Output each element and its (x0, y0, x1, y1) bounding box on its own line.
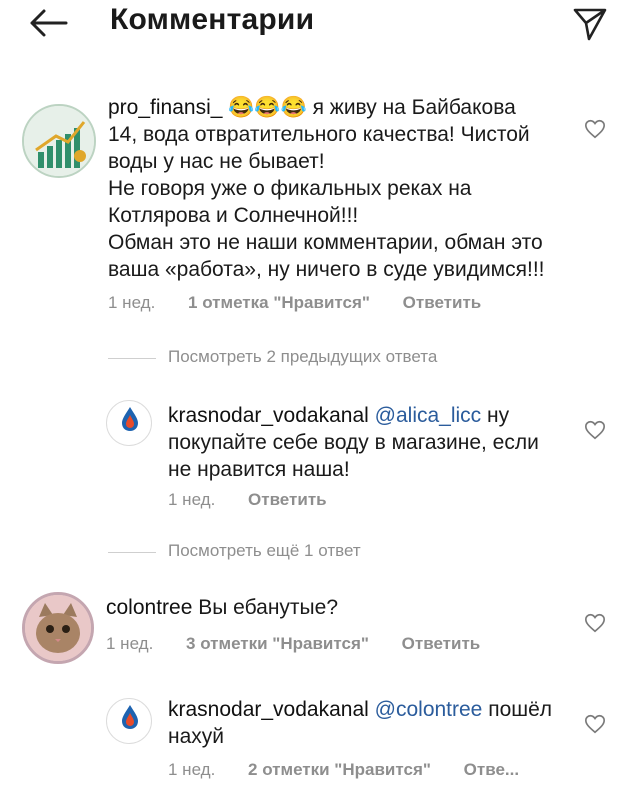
likes-count[interactable]: 1 отметка "Нравится" (188, 293, 370, 312)
comment-meta: 1 нед. 2 отметки "Нравится" Отве... (168, 760, 519, 780)
header: Комментарии (0, 0, 640, 50)
heart-icon[interactable] (584, 118, 606, 140)
comment-meta: 1 нед. 3 отметки "Нравится" Ответить (106, 634, 480, 654)
likes-count[interactable]: 2 отметки "Нравится" (248, 760, 431, 779)
comment-text: 14, вода отвратительного качества! Чисто… (108, 123, 530, 146)
comment-meta: 1 нед. 1 отметка "Нравится" Ответить (108, 293, 481, 313)
likes-count[interactable]: 3 отметки "Нравится" (186, 634, 369, 653)
comment-text: я живу на Байбакова (312, 96, 516, 119)
comment-text: нахуй (168, 725, 225, 748)
timestamp: 1 нед. (168, 490, 216, 509)
comment-text: пошёл (488, 698, 553, 721)
avatar[interactable] (106, 698, 152, 744)
page-title: Комментарии (110, 3, 315, 36)
timestamp: 1 нед. (108, 293, 156, 312)
comment-text: не нравится наша! (168, 458, 350, 481)
avatar[interactable] (106, 400, 152, 446)
mention-link[interactable]: @colontree (375, 698, 483, 721)
divider (108, 358, 156, 359)
comment-text: Котлярова и Солнечной!!! (108, 204, 359, 227)
username[interactable]: krasnodar_vodakanal (168, 404, 369, 427)
avatar[interactable] (22, 592, 94, 664)
reply-button[interactable]: Ответить (402, 634, 481, 653)
water-drop-logo-icon (122, 705, 138, 729)
username[interactable]: colontree (106, 596, 192, 619)
comment-text: Вы ебанутые? (198, 596, 339, 619)
avatar[interactable] (22, 104, 96, 178)
timestamp: 1 нед. (106, 634, 154, 653)
view-more-replies[interactable]: Посмотреть ещё 1 ответ (108, 541, 361, 561)
comment-text: Не говоря уже о фикальных реках на (108, 177, 472, 200)
heart-icon[interactable] (584, 612, 606, 634)
water-drop-logo-icon (122, 407, 138, 431)
back-arrow-icon[interactable] (28, 8, 68, 38)
view-previous-replies[interactable]: Посмотреть 2 предыдущих ответа (108, 347, 437, 367)
paper-plane-icon[interactable] (572, 6, 608, 42)
heart-icon[interactable] (584, 419, 606, 441)
mention-link[interactable]: @alica_licc (375, 404, 482, 427)
comment-text: ваша «работа», ну ничего в суде увидимся… (108, 258, 545, 281)
comment-text: ну (487, 404, 510, 427)
comment-text: покупайте себе воду в магазине, если (168, 431, 539, 454)
reply-button[interactable]: Ответить (403, 293, 482, 312)
timestamp: 1 нед. (168, 760, 216, 779)
reply-button[interactable]: Ответить (248, 490, 327, 509)
heart-icon[interactable] (584, 713, 606, 735)
emoji: 😂😂😂 (228, 96, 307, 119)
username[interactable]: krasnodar_vodakanal (168, 698, 369, 721)
comment-meta: 1 нед. Ответить (168, 490, 327, 510)
username[interactable]: pro_finansi_ (108, 96, 222, 119)
comment-text: воды у нас не бывает! (108, 150, 325, 173)
reply-button[interactable]: Отве... (464, 760, 519, 779)
cat-photo-icon (25, 595, 91, 661)
finance-chart-icon (24, 106, 94, 176)
divider (108, 552, 156, 553)
comment-text: Обман это не наши комментарии, обман это (108, 231, 543, 254)
